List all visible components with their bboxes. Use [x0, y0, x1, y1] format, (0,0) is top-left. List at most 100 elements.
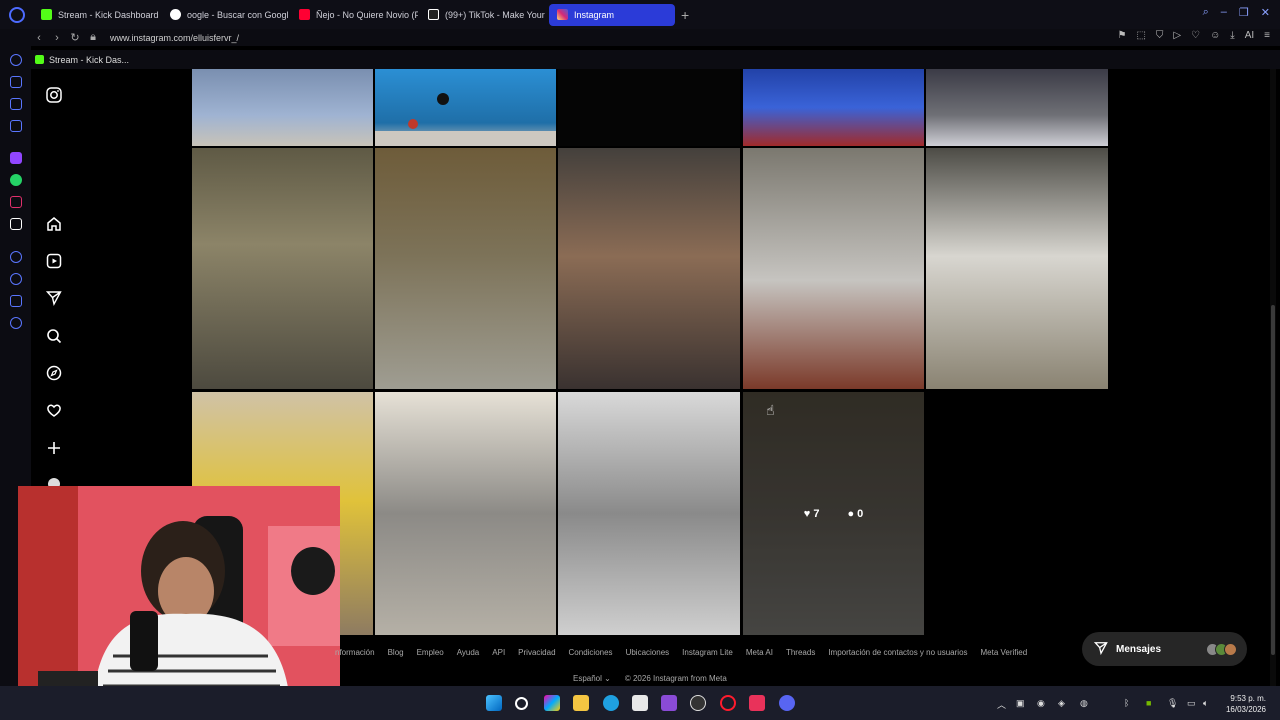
edge-icon[interactable] — [603, 695, 619, 711]
file-explorer-icon[interactable] — [573, 695, 589, 711]
footer-link[interactable]: Empleo — [417, 648, 444, 664]
minimize-icon[interactable]: – — [1221, 6, 1227, 19]
bluetooth-icon[interactable]: ᛒ — [1124, 698, 1129, 708]
opera-icon[interactable] — [720, 695, 736, 711]
settings-icon[interactable] — [10, 317, 22, 329]
profile-icon[interactable]: ☺ — [1210, 30, 1220, 41]
footer-link[interactable]: Ayuda — [457, 648, 480, 664]
back-icon[interactable]: ‹ — [30, 32, 48, 44]
start-icon[interactable] — [486, 695, 502, 711]
tab-youtube[interactable]: Ñejo - No Quiere Novio (F — [291, 4, 418, 26]
post-thumbnail[interactable] — [743, 148, 924, 389]
explore-icon[interactable] — [45, 364, 63, 382]
home-icon[interactable] — [45, 215, 63, 233]
post-thumbnail[interactable] — [558, 69, 740, 146]
extensions-icon[interactable] — [10, 295, 22, 307]
video-editor-icon[interactable] — [661, 695, 677, 711]
footer-link[interactable]: Meta Verified — [981, 648, 1028, 664]
footer-link[interactable]: Threads — [786, 648, 815, 664]
footer-link[interactable]: Privacidad — [518, 648, 555, 664]
discord-icon[interactable] — [779, 695, 795, 711]
aria-icon[interactable] — [10, 76, 22, 88]
play-icon[interactable]: ▷ — [1173, 30, 1181, 41]
post-thumbnail[interactable] — [926, 69, 1108, 146]
footer-link[interactable]: Meta AI — [746, 648, 773, 664]
tab-instagram[interactable]: Instagram — [549, 3, 675, 26]
tab-google[interactable]: oogle - Buscar con Googl — [162, 4, 289, 26]
obs-icon[interactable] — [690, 695, 706, 711]
post-thumbnail[interactable] — [192, 69, 373, 146]
send-icon[interactable] — [45, 289, 63, 307]
heart-icon[interactable] — [45, 401, 63, 419]
scrollbar-thumb[interactable] — [1271, 305, 1275, 655]
bookmark-icon[interactable]: ⚑ — [1117, 30, 1126, 41]
messages-button[interactable]: Mensajes — [1082, 632, 1247, 666]
language-select[interactable]: Español ⌄ — [573, 674, 611, 683]
menu-icon[interactable]: ≡ — [1264, 30, 1270, 41]
steam-icon[interactable]: ◍ — [1080, 698, 1088, 709]
capcut-icon[interactable] — [749, 695, 765, 711]
post-thumbnail[interactable] — [743, 69, 924, 146]
search-icon[interactable]: ⌕ — [1203, 6, 1209, 19]
streamer-webcam-art — [18, 486, 340, 701]
mic-icon[interactable]: 🎙︎ — [1167, 698, 1178, 709]
copilot-icon[interactable] — [544, 695, 560, 711]
footer-link[interactable]: Ubicaciones — [626, 648, 670, 664]
instagram-logo-icon[interactable] — [45, 86, 63, 104]
tiktok-sidebar-icon[interactable] — [10, 218, 22, 230]
bookmarks-bar: Stream - Kick Das... — [0, 50, 1280, 69]
post-thumbnail-hovered[interactable]: ♥ 7 ● 0 — [743, 392, 924, 635]
post-thumbnail[interactable] — [558, 148, 740, 389]
reload-icon[interactable]: ↻ — [66, 31, 84, 44]
search-icon[interactable] — [45, 327, 63, 345]
forward-icon[interactable]: › — [48, 32, 66, 44]
tab-kick-dashboard[interactable]: Stream - Kick Dashboard — [33, 4, 160, 26]
post-thumbnail[interactable] — [375, 69, 556, 146]
nvidia-icon[interactable]: ■ — [1146, 698, 1151, 708]
heart-icon[interactable]: ♡ — [1191, 30, 1200, 41]
download-icon[interactable]: ⤓ — [1230, 30, 1234, 41]
restore-icon[interactable]: ❐ — [1239, 6, 1249, 19]
messages-label: Mensajes — [1116, 643, 1162, 655]
opera-logo-icon[interactable] — [9, 6, 25, 23]
post-thumbnail[interactable] — [192, 148, 373, 389]
messenger-icon[interactable] — [10, 98, 22, 110]
post-thumbnail[interactable] — [375, 148, 556, 389]
search-icon[interactable] — [515, 697, 528, 710]
ai-icon[interactable]: AI — [1245, 30, 1254, 41]
twitch-icon[interactable] — [10, 152, 22, 164]
post-thumbnail[interactable] — [558, 392, 740, 635]
history-icon[interactable] — [10, 54, 22, 66]
tray-app-icon[interactable]: ◉ — [1037, 698, 1045, 709]
footer-link[interactable]: Instagram Lite — [682, 648, 733, 664]
mail-icon[interactable] — [10, 120, 22, 132]
post-thumbnail[interactable] — [926, 148, 1108, 389]
instagram-sidebar-icon[interactable] — [10, 196, 22, 208]
create-icon[interactable] — [45, 439, 63, 457]
post-thumbnail[interactable] — [375, 392, 556, 635]
player-icon[interactable] — [10, 251, 22, 263]
tray-app-icon[interactable]: ◈ — [1058, 698, 1065, 709]
footer-link[interactable]: Condiciones — [569, 648, 613, 664]
footer-link[interactable]: Blog — [388, 648, 404, 664]
new-tab-button[interactable]: + — [681, 7, 689, 23]
tab-tiktok[interactable]: (99+) TikTok - Make Your — [420, 4, 547, 26]
url-input[interactable]: www.instagram.com/elluisfervr_/ — [110, 33, 239, 43]
clock-time: 9:53 p. m. — [1230, 694, 1266, 703]
tray-app-icon[interactable]: ▣ — [1016, 698, 1025, 709]
close-icon[interactable]: ✕ — [1261, 6, 1270, 19]
volume-icon[interactable]: 🔈︎ — [1203, 698, 1208, 709]
whatsapp-icon[interactable] — [10, 174, 22, 186]
reels-icon[interactable] — [45, 252, 63, 270]
monitor-icon[interactable]: ▭ — [1187, 698, 1196, 709]
snapshot-icon[interactable]: ⬚ — [1136, 30, 1145, 41]
bookmark-kick[interactable]: Stream - Kick Das... — [49, 55, 129, 65]
taskbar-clock[interactable]: 9:53 p. m. 16/03/2026 — [1226, 693, 1266, 715]
shield-icon[interactable]: ⛉ — [1156, 30, 1164, 41]
store-icon[interactable] — [632, 695, 648, 711]
footer-link[interactable]: Importación de contactos y no usuarios — [828, 648, 967, 664]
tray-chevron-icon[interactable]: ︿ — [997, 698, 1006, 711]
footer-link[interactable]: API — [492, 648, 505, 664]
clock-icon[interactable] — [10, 273, 22, 285]
footer-link[interactable]: nformación — [335, 648, 375, 664]
